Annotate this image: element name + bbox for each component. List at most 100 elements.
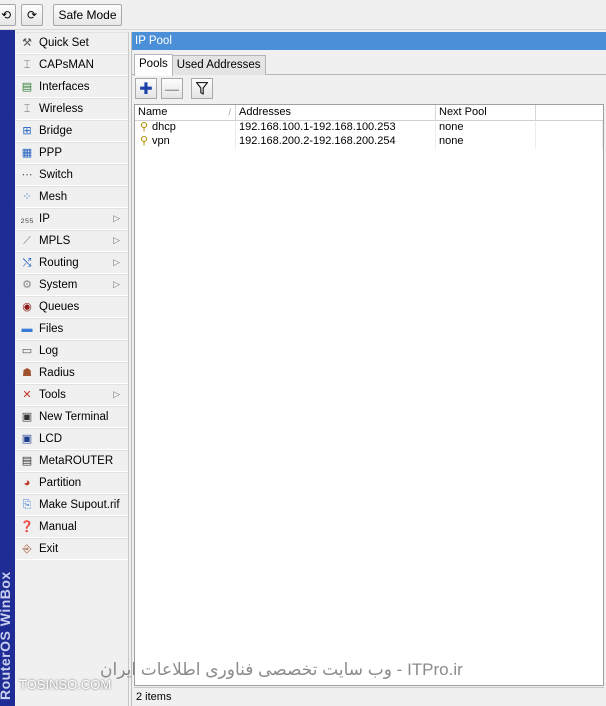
routing-icon: ⤭: [22, 257, 32, 269]
pool-name: dhcp: [152, 121, 176, 133]
system-icon: ⚙: [22, 279, 32, 291]
bridge-icon: ⊞: [22, 125, 32, 137]
sidebar-item-routing[interactable]: ⤭ Routing ▷: [15, 252, 128, 274]
tab-pools[interactable]: Pools: [134, 54, 173, 76]
pool-icon: ⚲: [140, 121, 149, 133]
sidebar-item-label: Make Supout.rif: [39, 499, 120, 511]
column-header-name[interactable]: Name /: [135, 105, 236, 121]
filter-icon: [196, 82, 208, 95]
column-header-filler: [536, 105, 603, 121]
submenu-arrow-icon: ▷: [113, 257, 120, 267]
window-toolbar: ✚ —: [132, 74, 606, 101]
sidebar-item-lcd[interactable]: ▣ LCD: [15, 428, 128, 450]
sidebar-item-label: PPP: [39, 147, 63, 159]
column-header-addresses[interactable]: Addresses: [236, 105, 436, 121]
remove-button[interactable]: —: [161, 78, 183, 99]
sidebar-item-interfaces[interactable]: ▤ Interfaces: [15, 76, 128, 98]
partition-icon: ◕: [23, 477, 31, 489]
ip-icon: ₂₅₅: [20, 213, 34, 225]
brand-strip: RouterOS WinBox: [0, 30, 15, 706]
cell-next-pool: none: [436, 135, 536, 149]
files-icon: ▬: [21, 323, 33, 335]
sidebar-item-mesh[interactable]: ⁘ Mesh: [15, 186, 128, 208]
undo-icon: ⟲: [0, 8, 12, 22]
sidebar-item-mpls[interactable]: ⟋ MPLS ▷: [15, 230, 128, 252]
sidebar-item-bridge[interactable]: ⊞ Bridge: [15, 120, 128, 142]
sidebar-item-label: Log: [39, 345, 59, 357]
add-button[interactable]: ✚: [135, 78, 157, 99]
sidebar-item-system[interactable]: ⚙ System ▷: [15, 274, 128, 296]
sidebar-item-label: New Terminal: [39, 411, 109, 423]
sidebar-item-label: Queues: [39, 301, 80, 313]
queues-icon: ◉: [22, 301, 32, 313]
watermark-site: TOSINSO.COM: [19, 677, 112, 692]
table-row[interactable]: ⚲ vpn 192.168.200.2-192.168.200.254 none: [135, 135, 603, 149]
sidebar-item-partition[interactable]: ◕ Partition: [15, 472, 128, 494]
manual-icon: ❓: [20, 521, 34, 533]
sidebar-item-label: Radius: [39, 367, 75, 379]
sidebar-item-manual[interactable]: ❓ Manual: [15, 516, 128, 538]
cell-name: ⚲ dhcp: [135, 121, 236, 135]
sidebar-item-log[interactable]: ▭ Log: [15, 340, 128, 362]
sidebar-item-label: Mesh: [39, 191, 68, 203]
log-icon: ▭: [21, 345, 33, 357]
sort-indicator-icon: /: [228, 107, 231, 117]
table-row[interactable]: ⚲ dhcp 192.168.100.1-192.168.100.253 none: [135, 121, 603, 135]
plus-icon: ✚: [139, 80, 153, 98]
sidebar-item-quick-set[interactable]: ⚒ Quick Set: [15, 32, 128, 54]
mpls-icon: ⟋: [23, 235, 31, 247]
sidebar-item-ip[interactable]: ₂₅₅ IP ▷: [15, 208, 128, 230]
sidebar-item-tools[interactable]: ✕ Tools ▷: [15, 384, 128, 406]
sidebar-item-label: Interfaces: [39, 81, 90, 93]
sidebar-item-new-terminal[interactable]: ▣ New Terminal: [15, 406, 128, 428]
column-header-next-pool[interactable]: Next Pool: [436, 105, 536, 121]
filter-button[interactable]: [191, 78, 213, 99]
sidebar-item-label: MetaROUTER: [39, 455, 114, 467]
sidebar-item-radius[interactable]: ☗ Radius: [15, 362, 128, 384]
sidebar-menu: ⚒ Quick Set ⌶ CAPsMAN ▤ Interfaces ⌶ Wireless ⊞ B…: [15, 32, 129, 706]
lcd-icon: ▣: [21, 433, 33, 445]
sidebar-item-wireless[interactable]: ⌶ Wireless: [15, 98, 128, 120]
sidebar-item-make-supout-rif[interactable]: ⎘ Make Supout.rif: [15, 494, 128, 516]
brand-text: RouterOS WinBox: [0, 571, 13, 700]
sidebar-item-switch[interactable]: ⋯ Switch: [15, 164, 128, 186]
radius-icon: ☗: [22, 367, 32, 379]
pool-icon: ⚲: [140, 135, 149, 147]
submenu-arrow-icon: ▷: [113, 279, 120, 289]
sidebar-item-label: Exit: [39, 543, 59, 555]
cell-filler: [536, 121, 603, 135]
cell-next-pool: none: [436, 121, 536, 135]
terminal-icon: ▣: [21, 411, 33, 423]
sidebar-item-exit[interactable]: ⎆ Exit: [15, 538, 128, 560]
undo-button[interactable]: ⟲: [0, 4, 16, 26]
redo-button[interactable]: ⟳: [21, 4, 43, 26]
metarouter-icon: ▤: [21, 455, 33, 467]
cell-name: ⚲ vpn: [135, 135, 236, 149]
interfaces-icon: ▤: [21, 81, 33, 93]
supout-icon: ⎘: [22, 499, 32, 511]
pools-table: Name / Addresses Next Pool ⚲ dhcp 192.168.…: [134, 104, 604, 686]
sidebar-item-metarouter[interactable]: ▤ MetaROUTER: [15, 450, 128, 472]
window-title: IP Pool: [132, 32, 606, 50]
sidebar-item-label: Quick Set: [39, 37, 89, 49]
sidebar-item-label: Routing: [39, 257, 79, 269]
submenu-arrow-icon: ▷: [113, 213, 120, 223]
tab-used-addresses[interactable]: Used Addresses: [171, 55, 266, 75]
sidebar-item-queues[interactable]: ◉ Queues: [15, 296, 128, 318]
minus-icon: —: [165, 80, 179, 97]
capsman-icon: ⌶: [23, 59, 31, 71]
safe-mode-button[interactable]: Safe Mode: [53, 4, 122, 26]
sidebar-item-capsman[interactable]: ⌶ CAPsMAN: [15, 54, 128, 76]
sidebar-item-label: CAPsMAN: [39, 59, 94, 71]
sidebar-item-label: LCD: [39, 433, 63, 445]
cell-addresses: 192.168.100.1-192.168.100.253: [236, 121, 436, 135]
sidebar-item-files[interactable]: ▬ Files: [15, 318, 128, 340]
sidebar-item-label: MPLS: [39, 235, 71, 247]
sidebar-item-label: Files: [39, 323, 64, 335]
status-bar: 2 items: [134, 687, 604, 706]
sidebar-item-label: Bridge: [39, 125, 73, 137]
table-body: ⚲ dhcp 192.168.100.1-192.168.100.253 none ⚲ v…: [135, 121, 603, 149]
sidebar-item-ppp[interactable]: ▦ PPP: [15, 142, 128, 164]
wireless-icon: ⌶: [23, 103, 31, 115]
cell-filler: [536, 135, 603, 149]
